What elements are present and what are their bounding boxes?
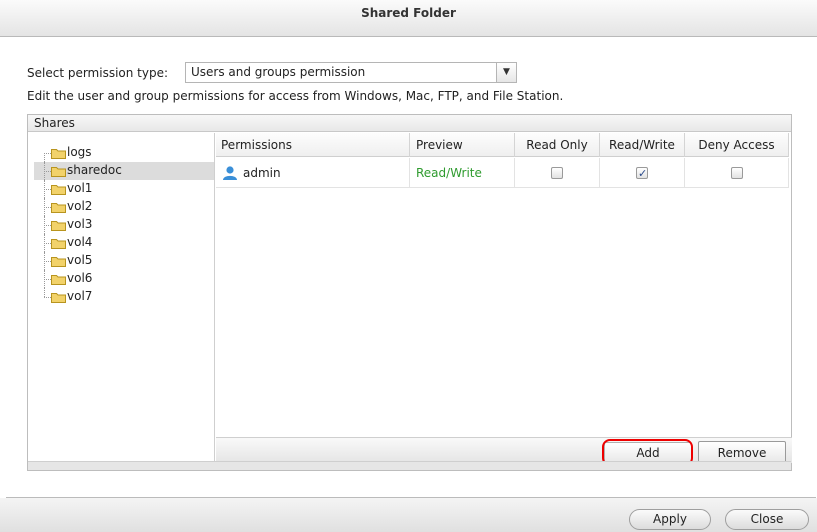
column-header-read-write[interactable]: Read/Write — [600, 133, 685, 157]
folder-label: sharedoc — [67, 163, 122, 177]
folder-item-logs[interactable]: logs — [34, 144, 214, 162]
close-button[interactable]: Close — [725, 509, 809, 530]
tree-connector — [44, 243, 51, 244]
shares-header: Shares — [28, 115, 791, 132]
user-icon — [223, 166, 237, 180]
folder-item-vol5[interactable]: vol5 — [34, 252, 214, 270]
folder-tree: logs sharedoc vol1 vol2 vol3 vol4 vol5 v… — [28, 133, 215, 462]
folder-icon — [51, 185, 66, 195]
preview-cell: Read/Write — [410, 158, 515, 188]
tree-connector — [44, 297, 51, 298]
folder-item-vol4[interactable]: vol4 — [34, 234, 214, 252]
folder-label: vol3 — [67, 217, 93, 231]
tree-connector — [44, 279, 51, 280]
shares-panel: Shares logs sharedoc vol1 vol2 vol3 vol4… — [27, 114, 792, 471]
chevron-down-icon[interactable]: ▼ — [497, 62, 517, 83]
permissions-table: Permissions Preview Read Only Read/Write… — [216, 133, 792, 466]
column-header-preview[interactable]: Preview — [410, 133, 515, 157]
table-row[interactable]: admin Read/Write — [216, 158, 789, 189]
folder-label: vol4 — [67, 235, 93, 249]
folder-icon — [51, 203, 66, 213]
column-header-read-only[interactable]: Read Only — [515, 133, 600, 157]
table-header-row: Permissions Preview Read Only Read/Write… — [216, 133, 789, 157]
shares-footer — [28, 461, 791, 470]
read-only-cell — [515, 158, 600, 188]
folder-label: vol6 — [67, 271, 93, 285]
folder-icon — [51, 167, 66, 177]
folder-item-sharedoc[interactable]: sharedoc — [34, 162, 214, 180]
dialog-footer: Apply Close — [0, 498, 817, 532]
column-header-permissions[interactable]: Permissions — [216, 133, 410, 157]
tree-connector — [44, 225, 51, 226]
table-toolbar: Add Remove — [216, 437, 792, 466]
folder-icon — [51, 275, 66, 285]
folder-icon — [51, 149, 66, 159]
folder-item-vol6[interactable]: vol6 — [34, 270, 214, 288]
permission-type-label: Select permission type: — [27, 65, 169, 80]
read-write-checkbox[interactable] — [636, 159, 648, 189]
folder-label: vol7 — [67, 289, 93, 303]
read-only-checkbox[interactable] — [551, 167, 563, 179]
folder-icon — [51, 293, 66, 303]
tree-connector — [44, 207, 51, 208]
permission-description: Edit the user and group permissions for … — [27, 89, 564, 103]
folder-label: logs — [67, 145, 92, 159]
folder-label: vol2 — [67, 199, 93, 213]
tree-connector — [44, 153, 45, 162]
folder-icon — [51, 239, 66, 249]
folder-item-vol2[interactable]: vol2 — [34, 198, 214, 216]
folder-label: vol5 — [67, 253, 93, 267]
tree-connector — [44, 261, 51, 262]
window-title: Shared Folder — [0, 0, 817, 37]
permission-type-select[interactable]: Users and groups permission — [185, 62, 497, 83]
user-name: admin — [243, 166, 281, 180]
tree-connector — [44, 189, 51, 190]
deny-access-cell — [685, 158, 789, 188]
column-header-deny-access[interactable]: Deny Access — [685, 133, 789, 157]
folder-label: vol1 — [67, 181, 93, 195]
folder-icon — [51, 221, 66, 231]
tree-connector — [44, 171, 51, 172]
tree-connector — [44, 288, 45, 297]
folder-icon — [51, 257, 66, 267]
folder-item-vol1[interactable]: vol1 — [34, 180, 214, 198]
deny-access-checkbox[interactable] — [731, 167, 743, 179]
permission-type-row: Select permission type: Users and groups… — [27, 62, 517, 83]
folder-item-vol3[interactable]: vol3 — [34, 216, 214, 234]
tree-connector — [44, 153, 51, 154]
apply-button[interactable]: Apply — [629, 509, 711, 530]
permission-cell: admin — [216, 158, 410, 188]
folder-item-vol7[interactable]: vol7 — [34, 288, 214, 306]
read-write-cell — [600, 158, 685, 189]
